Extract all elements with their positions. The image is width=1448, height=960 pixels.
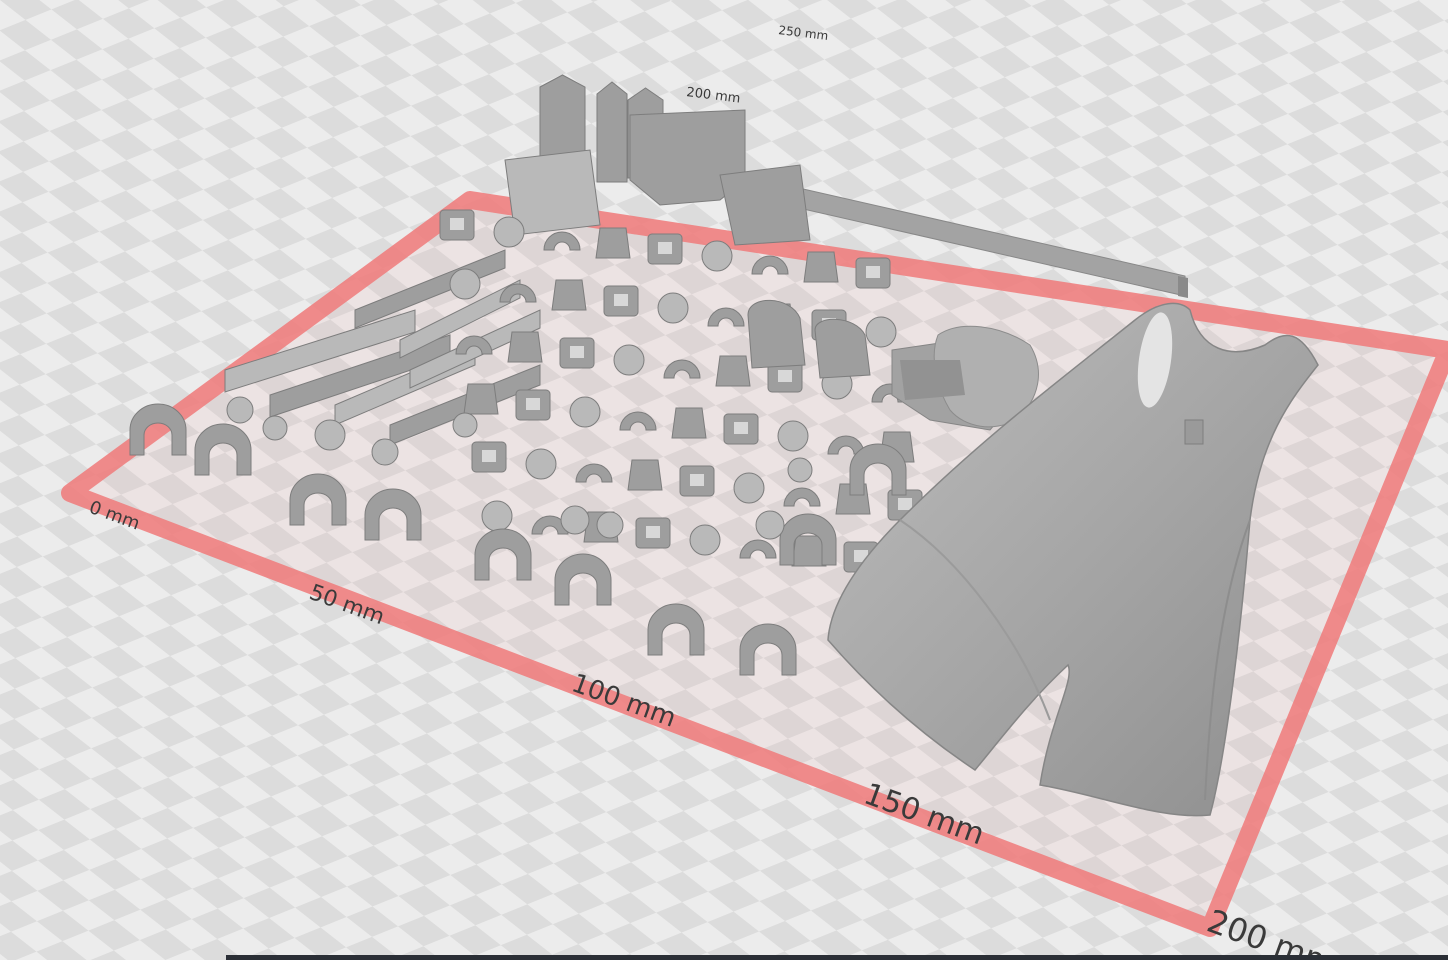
part-piece[interactable] bbox=[803, 251, 839, 283]
part-piece[interactable] bbox=[526, 398, 540, 410]
part-piece[interactable] bbox=[507, 331, 543, 363]
part-piece[interactable] bbox=[595, 227, 631, 259]
build-plate-viewport[interactable]: 0 mm 50 mm 100 mm 150 mm 200 mm 200 mm 2… bbox=[0, 0, 1448, 960]
part-piece[interactable] bbox=[560, 505, 590, 535]
part-piece[interactable] bbox=[898, 498, 912, 510]
part-piece[interactable] bbox=[690, 474, 704, 486]
part-piece[interactable] bbox=[613, 344, 645, 376]
part-piece[interactable] bbox=[371, 438, 399, 466]
part-piece[interactable] bbox=[719, 164, 811, 246]
part-piece[interactable] bbox=[596, 81, 628, 183]
part-piece[interactable] bbox=[734, 422, 748, 434]
scene-canvas[interactable]: 0 mm 50 mm 100 mm 150 mm 200 mm 200 mm 2… bbox=[0, 0, 1448, 960]
part-piece[interactable] bbox=[646, 526, 660, 538]
part-piece[interactable] bbox=[452, 412, 478, 438]
part-piece[interactable] bbox=[689, 524, 721, 556]
part-piece[interactable] bbox=[314, 419, 346, 451]
part-piece[interactable] bbox=[226, 396, 254, 424]
part-piece[interactable] bbox=[777, 420, 809, 452]
part-piece[interactable] bbox=[715, 355, 751, 387]
part-piece[interactable] bbox=[671, 407, 707, 439]
part-piece[interactable] bbox=[450, 218, 464, 230]
part-piece[interactable] bbox=[570, 346, 584, 358]
part-piece[interactable] bbox=[733, 472, 765, 504]
part-piece[interactable] bbox=[614, 294, 628, 306]
part-piece[interactable] bbox=[787, 457, 813, 483]
part-piece[interactable] bbox=[627, 459, 663, 491]
part-piece[interactable] bbox=[449, 268, 481, 300]
part-piece[interactable] bbox=[865, 316, 897, 348]
bottom-status-strip bbox=[226, 955, 1448, 960]
part-piece[interactable] bbox=[657, 292, 689, 324]
part-piece[interactable] bbox=[482, 450, 496, 462]
part-piece[interactable] bbox=[481, 500, 513, 532]
part-piece[interactable] bbox=[525, 448, 557, 480]
part-piece[interactable] bbox=[596, 511, 624, 539]
part-piece[interactable] bbox=[493, 216, 525, 248]
part-piece[interactable] bbox=[755, 510, 785, 540]
part-piece[interactable] bbox=[778, 370, 792, 382]
part-piece[interactable] bbox=[866, 266, 880, 278]
part-piece[interactable] bbox=[569, 396, 601, 428]
part-piece[interactable] bbox=[551, 279, 587, 311]
part-piece[interactable] bbox=[701, 240, 733, 272]
part-piece[interactable] bbox=[658, 242, 672, 254]
part-piece[interactable] bbox=[262, 415, 288, 441]
part-piece[interactable] bbox=[463, 383, 499, 415]
